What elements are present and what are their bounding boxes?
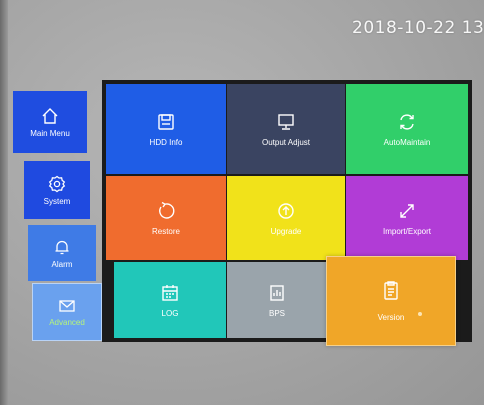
sidebar-item-label: Main Menu <box>30 128 70 138</box>
tile-label: Restore <box>151 226 180 236</box>
arrows-icon <box>397 201 417 221</box>
mail-icon <box>58 298 76 314</box>
sidebar-item-label: Advanced <box>49 317 85 327</box>
tile-bps[interactable]: BPS <box>227 262 327 338</box>
sidebar-item-advanced[interactable]: Advanced <box>32 283 102 341</box>
tile-automaintain[interactable]: AutoMaintain <box>346 84 468 174</box>
tile-log[interactable]: LOG <box>114 262 226 338</box>
monitor-bezel <box>0 0 8 405</box>
calendar-icon <box>160 283 180 303</box>
tile-label: LOG <box>161 308 179 318</box>
tile-label: Version <box>377 313 405 322</box>
bell-icon <box>53 238 71 256</box>
tile-output-adjust[interactable]: Output Adjust <box>227 84 345 174</box>
tile-label: BPS <box>268 308 285 318</box>
tile-label: Output Adjust <box>261 137 311 147</box>
sidebar-item-main-menu[interactable]: Main Menu <box>13 91 87 153</box>
mouse-cursor <box>418 312 422 316</box>
tile-import-export[interactable]: Import/Export <box>346 176 468 260</box>
tile-hdd-info[interactable]: HDD Info <box>106 84 226 174</box>
bps-icon <box>267 283 287 303</box>
monitor-icon <box>276 112 296 132</box>
tile-upgrade[interactable]: Upgrade <box>227 176 345 260</box>
tile-restore[interactable]: Restore <box>106 176 226 260</box>
gear-icon <box>48 175 66 193</box>
sidebar-item-label: Alarm <box>51 259 73 269</box>
disk-icon <box>156 112 176 132</box>
tile-version[interactable]: Version <box>326 256 456 346</box>
refresh-icon <box>397 112 417 132</box>
tile-label: Upgrade <box>270 226 302 236</box>
tile-label: Import/Export <box>382 226 431 236</box>
upload-icon <box>276 201 296 221</box>
tile-label: AutoMaintain <box>383 137 431 147</box>
document-icon <box>381 280 401 307</box>
home-icon <box>41 107 59 125</box>
restore-icon <box>156 201 176 221</box>
sidebar-item-alarm[interactable]: Alarm <box>28 225 96 281</box>
datetime-display: 2018-10-22 13 <box>352 18 484 38</box>
sidebar-item-system[interactable]: System <box>24 161 90 219</box>
tile-label: HDD Info <box>149 137 183 147</box>
sidebar-item-label: System <box>43 196 71 206</box>
